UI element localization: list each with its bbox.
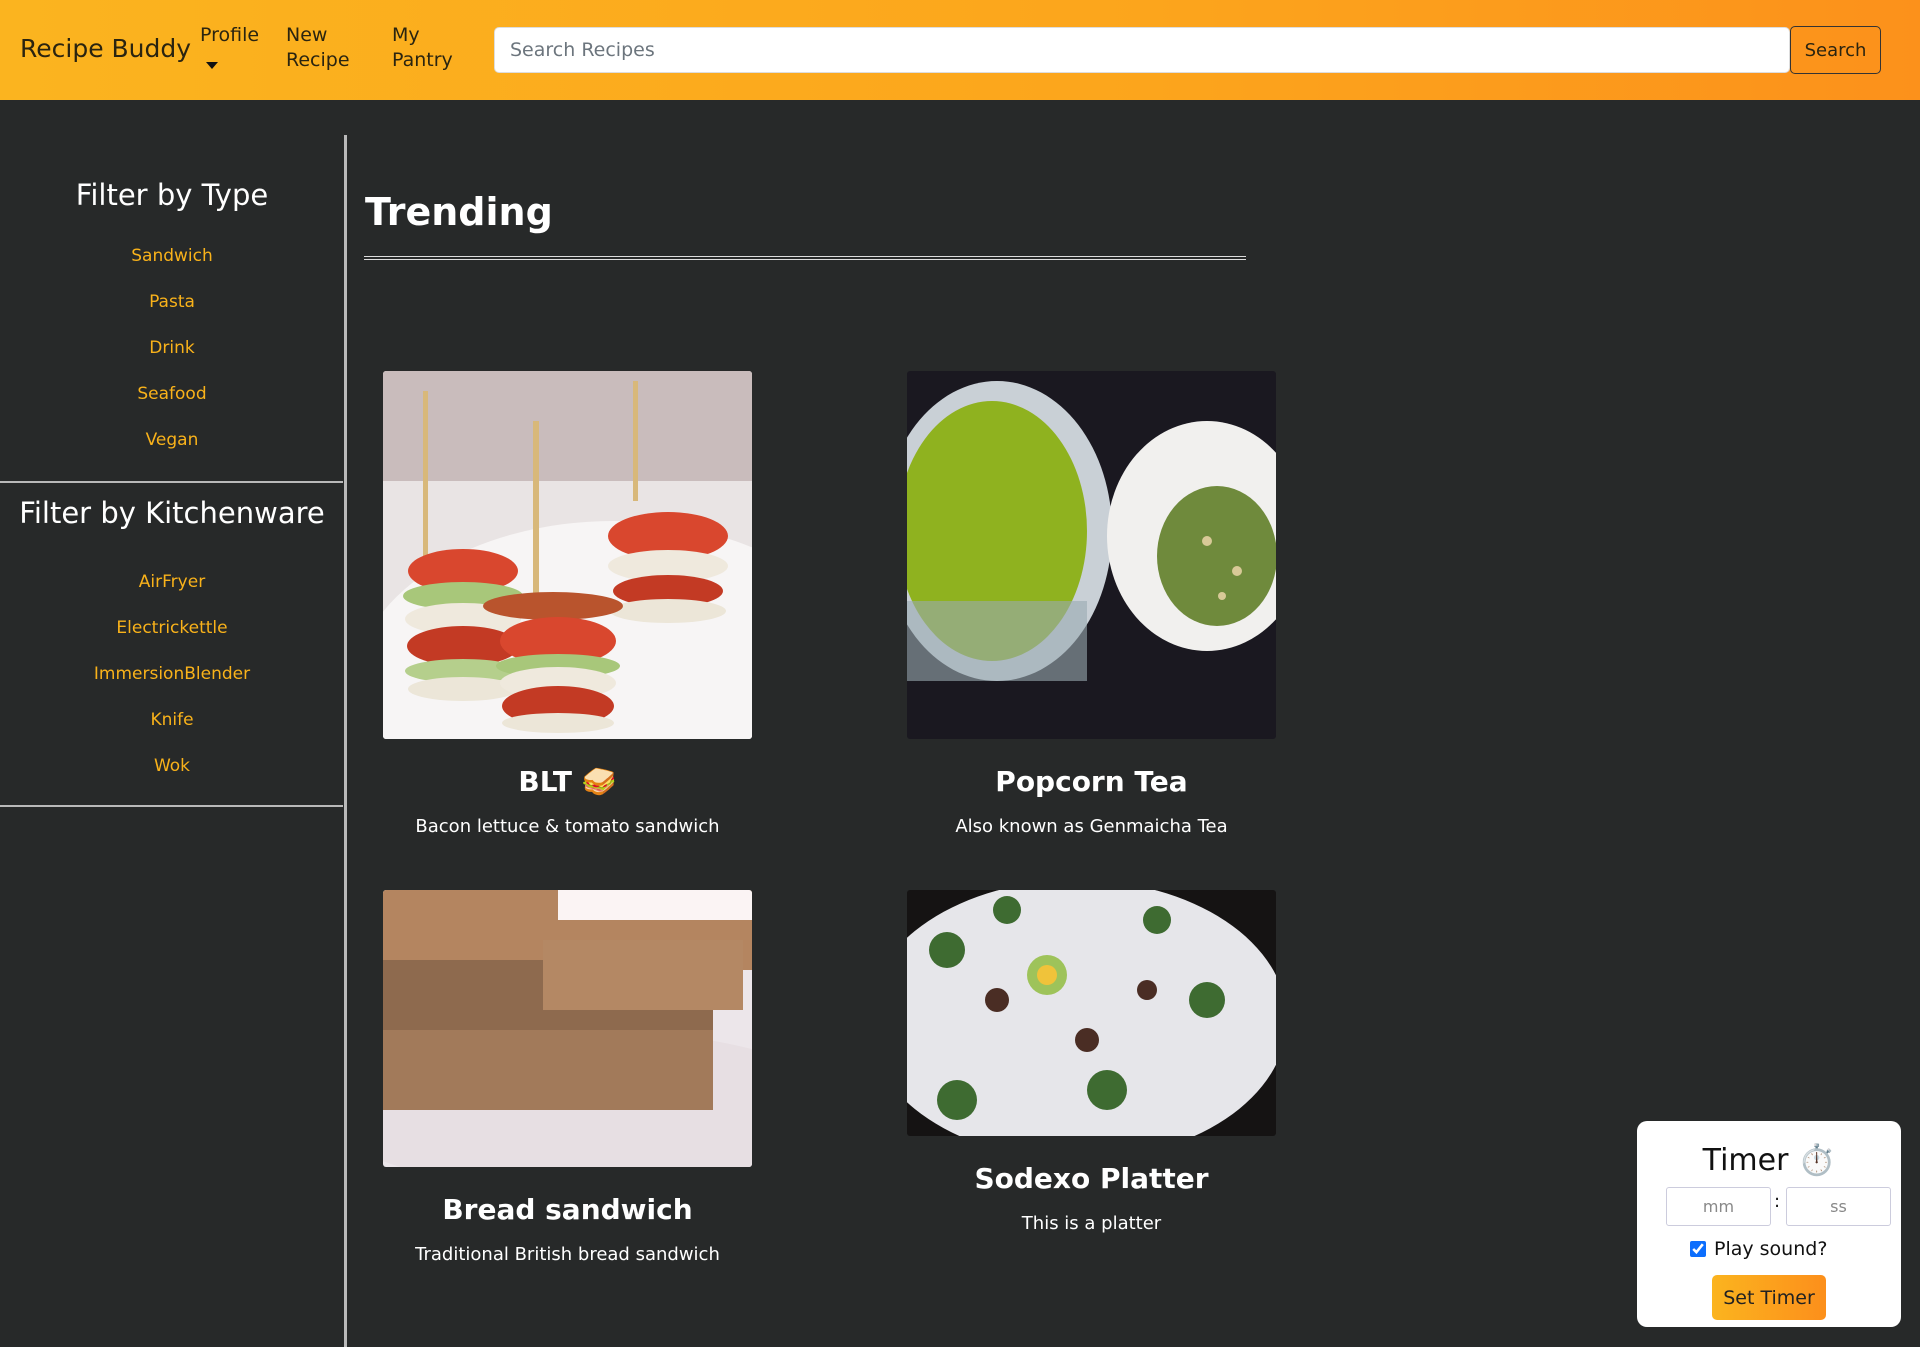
recipe-image-sodexo-platter[interactable] — [907, 890, 1276, 1136]
filter-type-heading: Filter by Type — [75, 178, 269, 212]
recipe-description: This is a platter — [1021, 1213, 1162, 1234]
filter-kitchenware-electrickettle[interactable]: Electrickettle — [0, 605, 344, 651]
filter-type-drink[interactable]: Drink — [0, 325, 344, 371]
filter-type-sandwich[interactable]: Sandwich — [0, 233, 344, 279]
sidebar-divider — [0, 481, 343, 483]
play-sound-checkbox[interactable] — [1690, 1241, 1706, 1257]
filter-kitchenware-knife[interactable]: Knife — [0, 697, 344, 743]
filter-by-kitchenware-section: Filter by Kitchenware AirFryer Electrick… — [0, 485, 344, 789]
recipe-card[interactable]: Sodexo Platter This is a platter — [907, 890, 1276, 1234]
timer-widget: Timer ⏱️ : Play sound? Set Timer — [1637, 1121, 1901, 1327]
search-input[interactable] — [494, 27, 1790, 73]
set-timer-button[interactable]: Set Timer — [1712, 1275, 1826, 1320]
sidebar-border — [344, 135, 347, 1347]
sidebar-divider — [0, 805, 343, 807]
recipe-image-blt[interactable] — [383, 371, 752, 739]
recipe-title[interactable]: BLT 🥪 — [383, 765, 752, 798]
recipe-image-popcorn-tea[interactable] — [907, 371, 1276, 739]
recipe-description: Also known as Genmaicha Tea — [955, 816, 1228, 837]
filter-kitchenware-immersionblender[interactable]: ImmersionBlender — [0, 651, 344, 697]
recipe-card[interactable]: Bread sandwich Traditional British bread… — [383, 890, 752, 1265]
play-sound-label: Play sound? — [1714, 1238, 1828, 1260]
filter-type-vegan[interactable]: Vegan — [0, 417, 344, 463]
brand-logo[interactable]: Recipe Buddy — [20, 34, 191, 63]
filter-kitchenware-airfryer[interactable]: AirFryer — [0, 559, 344, 605]
recipe-title[interactable]: Bread sandwich — [383, 1193, 752, 1226]
nav-pantry-line2: Pantry — [392, 49, 453, 71]
recipe-card[interactable]: Popcorn Tea Also known as Genmaicha Tea — [907, 371, 1276, 837]
filter-type-pasta[interactable]: Pasta — [0, 279, 344, 325]
nav-profile-dropdown[interactable]: Profile — [200, 15, 259, 55]
search-button[interactable]: Search — [1790, 26, 1881, 74]
page-title: Trending — [365, 190, 553, 234]
timer-title: Timer ⏱️ — [1702, 1143, 1836, 1178]
filter-kitchenware-heading: Filter by Kitchenware — [19, 496, 325, 530]
recipe-card[interactable]: BLT 🥪 Bacon lettuce & tomato sandwich — [383, 371, 752, 837]
chevron-down-icon[interactable] — [206, 62, 218, 69]
nav-new-recipe[interactable]: New Recipe — [286, 15, 350, 71]
recipe-image-bread-sandwich[interactable] — [383, 890, 752, 1167]
nav-my-pantry[interactable]: My Pantry — [392, 15, 453, 71]
title-divider — [364, 256, 1246, 260]
timer-separator: : — [1774, 1191, 1781, 1212]
nav-new-recipe-line2: Recipe — [286, 49, 350, 71]
recipe-title[interactable]: Sodexo Platter — [907, 1162, 1276, 1195]
filter-kitchenware-wok[interactable]: Wok — [0, 743, 344, 789]
navbar: Recipe Buddy Profile New Recipe My Pantr… — [0, 0, 1920, 100]
timer-minutes-input[interactable] — [1666, 1187, 1771, 1226]
recipe-description: Bacon lettuce & tomato sandwich — [415, 816, 720, 837]
recipe-title[interactable]: Popcorn Tea — [907, 765, 1276, 798]
nav-profile-label: Profile — [200, 24, 260, 46]
filter-type-seafood[interactable]: Seafood — [0, 371, 344, 417]
play-sound-option[interactable]: Play sound? — [1690, 1238, 1827, 1260]
timer-seconds-input[interactable] — [1786, 1187, 1891, 1226]
filter-by-type-section: Filter by Type Sandwich Pasta Drink Seaf… — [0, 165, 344, 463]
recipe-description: Traditional British bread sandwich — [415, 1244, 720, 1265]
